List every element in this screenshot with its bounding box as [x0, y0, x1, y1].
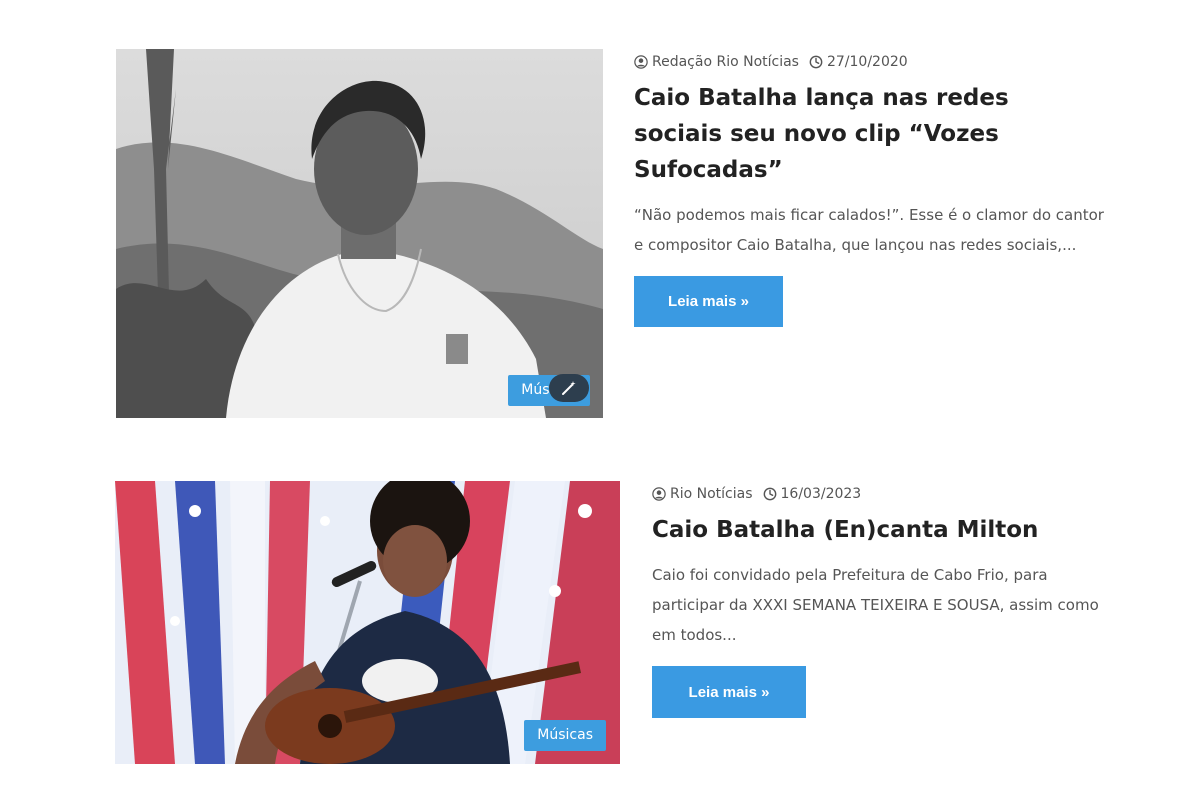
- post-thumbnail[interactable]: Músicas: [116, 49, 603, 418]
- post-title[interactable]: Caio Batalha (En)canta Milton: [652, 512, 1102, 548]
- category-badge[interactable]: Músicas: [524, 720, 606, 751]
- post-thumbnail[interactable]: Músicas: [115, 481, 620, 764]
- post-author-name[interactable]: Redação Rio Notícias: [652, 54, 799, 70]
- post-date-text: 16/03/2023: [780, 486, 862, 502]
- user-circle-icon: [634, 55, 648, 69]
- read-more-button[interactable]: Leia mais »: [652, 666, 806, 718]
- user-circle-icon: [652, 487, 666, 501]
- post-excerpt: Caio foi convidado pela Prefeitura de Ca…: [652, 566, 1099, 644]
- magic-wand-icon[interactable]: [549, 374, 589, 402]
- post-date: 16/03/2023: [763, 486, 862, 502]
- post-excerpt: “Não podemos mais ficar calados!”. Esse …: [634, 206, 1104, 254]
- post-content: Redação Rio Notícias 27/10/2020 Caio Bat…: [634, 52, 1104, 327]
- post-image[interactable]: [116, 49, 603, 418]
- post-content: Rio Notícias 16/03/2023 Caio Batalha (En…: [652, 484, 1102, 718]
- post-meta: Redação Rio Notícias 27/10/2020: [634, 52, 1104, 72]
- post-author[interactable]: Rio Notícias: [652, 486, 753, 502]
- post-date: 27/10/2020: [809, 54, 908, 70]
- read-more-button[interactable]: Leia mais »: [634, 276, 783, 327]
- post-author-name[interactable]: Rio Notícias: [670, 486, 753, 502]
- clock-icon: [809, 55, 823, 69]
- post-author[interactable]: Redação Rio Notícias: [634, 54, 799, 70]
- post-meta: Rio Notícias 16/03/2023: [652, 484, 1102, 504]
- post-title[interactable]: Caio Batalha lança nas redes sociais seu…: [634, 80, 1104, 188]
- post-date-text: 27/10/2020: [826, 54, 908, 70]
- clock-icon: [763, 487, 776, 501]
